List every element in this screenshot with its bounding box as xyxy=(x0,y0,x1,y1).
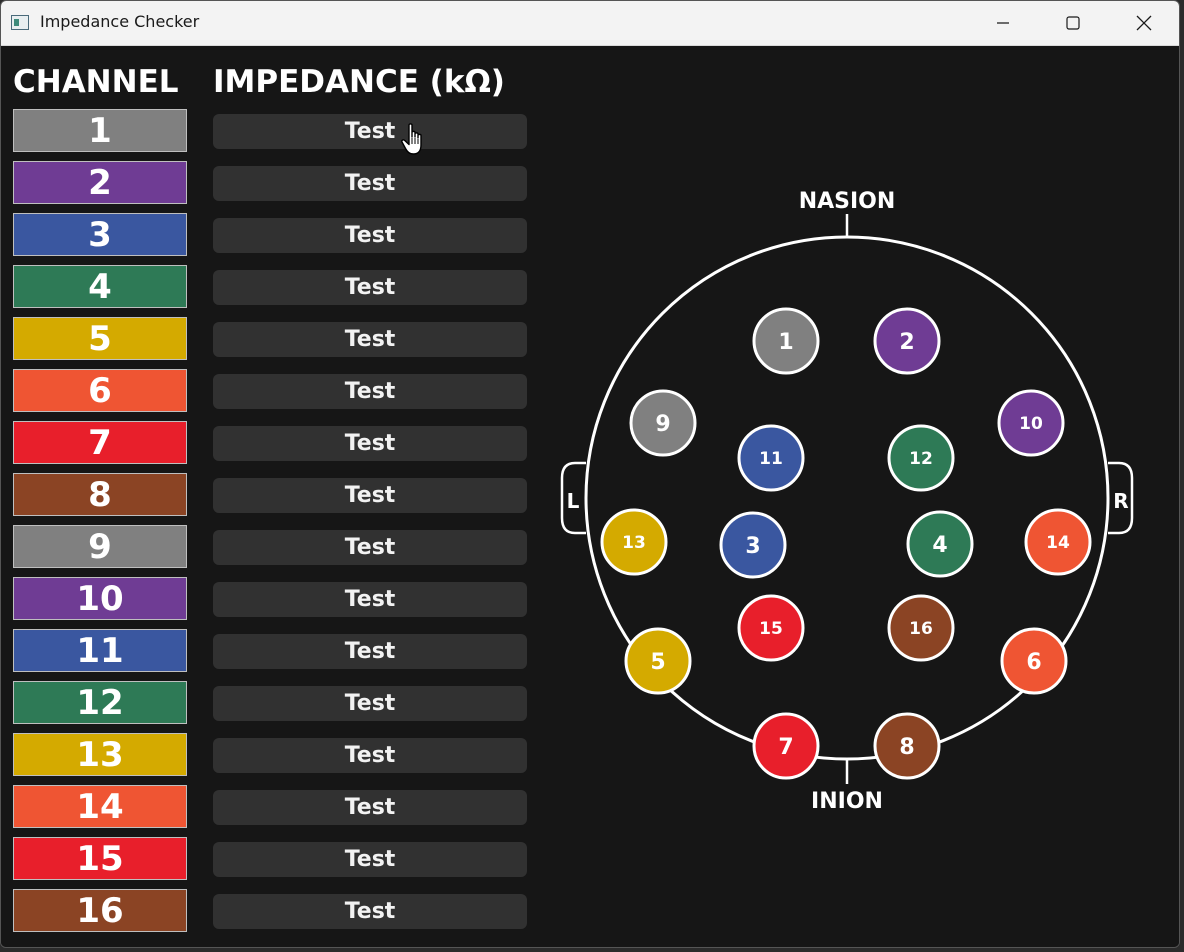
test-button-13[interactable]: Test xyxy=(213,738,527,773)
electrode-2: 2 xyxy=(873,307,941,375)
electrode-group: 1 23 45 67 89 1011 1213 1415 16 xyxy=(600,307,1092,780)
test-button-1[interactable]: Test xyxy=(213,114,527,149)
test-button-4[interactable]: Test xyxy=(213,270,527,305)
electrode-label: 12 xyxy=(909,449,933,469)
electrode-label: 7 xyxy=(778,735,793,760)
close-icon xyxy=(1136,15,1152,31)
test-button-9[interactable]: Test xyxy=(213,530,527,565)
electrode-label: 3 xyxy=(745,534,760,559)
test-button-12[interactable]: Test xyxy=(213,686,527,721)
test-button-14[interactable]: Test xyxy=(213,790,527,825)
electrode-1: 1 xyxy=(752,307,820,375)
close-button[interactable] xyxy=(1121,1,1167,45)
channel-box-9: 9 xyxy=(13,525,187,568)
electrode-label: 8 xyxy=(899,735,914,760)
test-button-15[interactable]: Test xyxy=(213,842,527,877)
channel-box-10: 10 xyxy=(13,577,187,620)
test-button-3[interactable]: Test xyxy=(213,218,527,253)
electrode-13: 13 xyxy=(600,508,668,576)
main-content: CHANNEL IMPEDANCE (kΩ) 1 2 3 4 5 6 7 8 9 10 11 12 13… xyxy=(1,46,1179,947)
electrode-9: 9 xyxy=(629,389,697,457)
test-button-7[interactable]: Test xyxy=(213,426,527,461)
electrode-label: 16 xyxy=(909,619,933,639)
impedance-header: IMPEDANCE (kΩ) xyxy=(213,64,505,100)
channel-box-11: 11 xyxy=(13,629,187,672)
electrode-label: 5 xyxy=(650,650,665,675)
title-bar[interactable]: Impedance Checker xyxy=(1,1,1179,46)
channel-box-8: 8 xyxy=(13,473,187,516)
electrode-label: 4 xyxy=(932,533,947,558)
minimize-button[interactable] xyxy=(980,1,1026,45)
electrode-head-map: NASION L R INION 1 23 45 67 89 1011 1213 1415 16 xyxy=(560,189,1134,814)
electrode-6: 6 xyxy=(1000,627,1068,695)
electrode-8: 8 xyxy=(873,712,941,780)
electrode-label: 11 xyxy=(759,449,783,469)
test-button-11[interactable]: Test xyxy=(213,634,527,669)
test-button-2[interactable]: Test xyxy=(213,166,527,201)
electrode-10: 10 xyxy=(997,389,1065,457)
channel-box-1: 1 xyxy=(13,109,187,152)
right-ear-label: R xyxy=(1113,489,1128,513)
nasion-label: NASION xyxy=(799,189,896,214)
minimize-icon xyxy=(997,22,1009,24)
electrode-12: 12 xyxy=(887,424,955,492)
electrode-label: 9 xyxy=(655,412,670,437)
electrode-label: 2 xyxy=(899,330,914,355)
channel-header: CHANNEL xyxy=(13,64,179,100)
electrode-15: 15 xyxy=(737,594,805,662)
electrode-7: 7 xyxy=(752,712,820,780)
channel-box-2: 2 xyxy=(13,161,187,204)
test-button-8[interactable]: Test xyxy=(213,478,527,513)
test-button-5[interactable]: Test xyxy=(213,322,527,357)
channel-box-4: 4 xyxy=(13,265,187,308)
electrode-16: 16 xyxy=(887,594,955,662)
electrode-label: 1 xyxy=(778,330,793,355)
electrode-5: 5 xyxy=(624,627,692,695)
channel-box-14: 14 xyxy=(13,785,187,828)
left-ear-label: L xyxy=(567,489,580,513)
channel-box-13: 13 xyxy=(13,733,187,776)
test-button-6[interactable]: Test xyxy=(213,374,527,409)
electrode-label: 13 xyxy=(622,533,646,553)
maximize-button[interactable] xyxy=(1050,1,1096,45)
channel-box-12: 12 xyxy=(13,681,187,724)
maximize-icon xyxy=(1066,16,1080,30)
channel-box-7: 7 xyxy=(13,421,187,464)
app-window: Impedance Checker CHANNEL IMPEDANCE (kΩ)… xyxy=(0,0,1180,948)
channel-box-16: 16 xyxy=(13,889,187,932)
electrode-label: 15 xyxy=(759,619,783,639)
window-title: Impedance Checker xyxy=(40,12,200,31)
test-button-10[interactable]: Test xyxy=(213,582,527,617)
app-icon xyxy=(11,15,29,30)
electrode-label: 14 xyxy=(1046,533,1070,553)
channel-box-3: 3 xyxy=(13,213,187,256)
electrode-4: 4 xyxy=(906,510,974,578)
electrode-14: 14 xyxy=(1024,508,1092,576)
channel-box-15: 15 xyxy=(13,837,187,880)
electrode-11: 11 xyxy=(737,424,805,492)
channel-box-6: 6 xyxy=(13,369,187,412)
inion-label: INION xyxy=(811,789,883,814)
electrode-3: 3 xyxy=(719,511,787,579)
test-button-16[interactable]: Test xyxy=(213,894,527,929)
channel-box-5: 5 xyxy=(13,317,187,360)
electrode-label: 10 xyxy=(1019,414,1043,434)
electrode-label: 6 xyxy=(1026,650,1041,675)
